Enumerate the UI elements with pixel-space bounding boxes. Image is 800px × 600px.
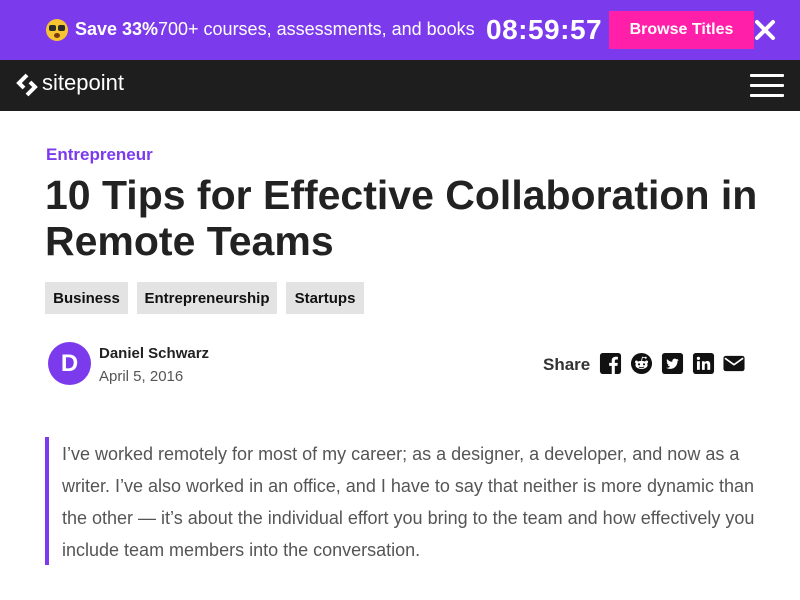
email-icon[interactable] [722, 352, 745, 375]
sitepoint-logo-icon[interactable] [16, 73, 38, 97]
site-logo[interactable]: sitepoint [42, 70, 124, 96]
reddit-icon[interactable] [630, 352, 653, 375]
article-intro-paragraph: I’ve worked remotely for most of my care… [62, 444, 755, 560]
publish-date: April 5, 2016 [99, 368, 184, 385]
promo-countdown-timer: 08:59:57 [486, 14, 603, 45]
author-name[interactable]: Daniel Schwarz [99, 345, 209, 362]
tag-business[interactable]: Business [45, 282, 128, 314]
twitter-icon[interactable] [661, 352, 684, 375]
close-icon[interactable] [753, 18, 777, 42]
promo-save-text: Save 33% [75, 19, 159, 39]
share-label: Share [543, 355, 591, 374]
browse-titles-button[interactable]: Browse Titles [609, 11, 754, 49]
article-title: 10 Tips for Effective Collaboration in R… [45, 172, 758, 264]
quote-accent-bar [45, 437, 49, 565]
hamburger-menu-icon[interactable] [750, 74, 784, 98]
author-avatar[interactable]: D [48, 342, 91, 385]
tag-entrepreneurship[interactable]: Entrepreneurship [137, 282, 277, 314]
article-category-link[interactable]: Entrepreneur [46, 145, 153, 165]
linkedin-icon[interactable] [692, 352, 715, 375]
tag-startups[interactable]: Startups [286, 282, 364, 314]
facebook-icon[interactable] [599, 352, 622, 375]
shocked-face-emoji-icon [46, 19, 68, 41]
promo-offer-text: 700+ courses, assessments, and books [158, 19, 475, 39]
